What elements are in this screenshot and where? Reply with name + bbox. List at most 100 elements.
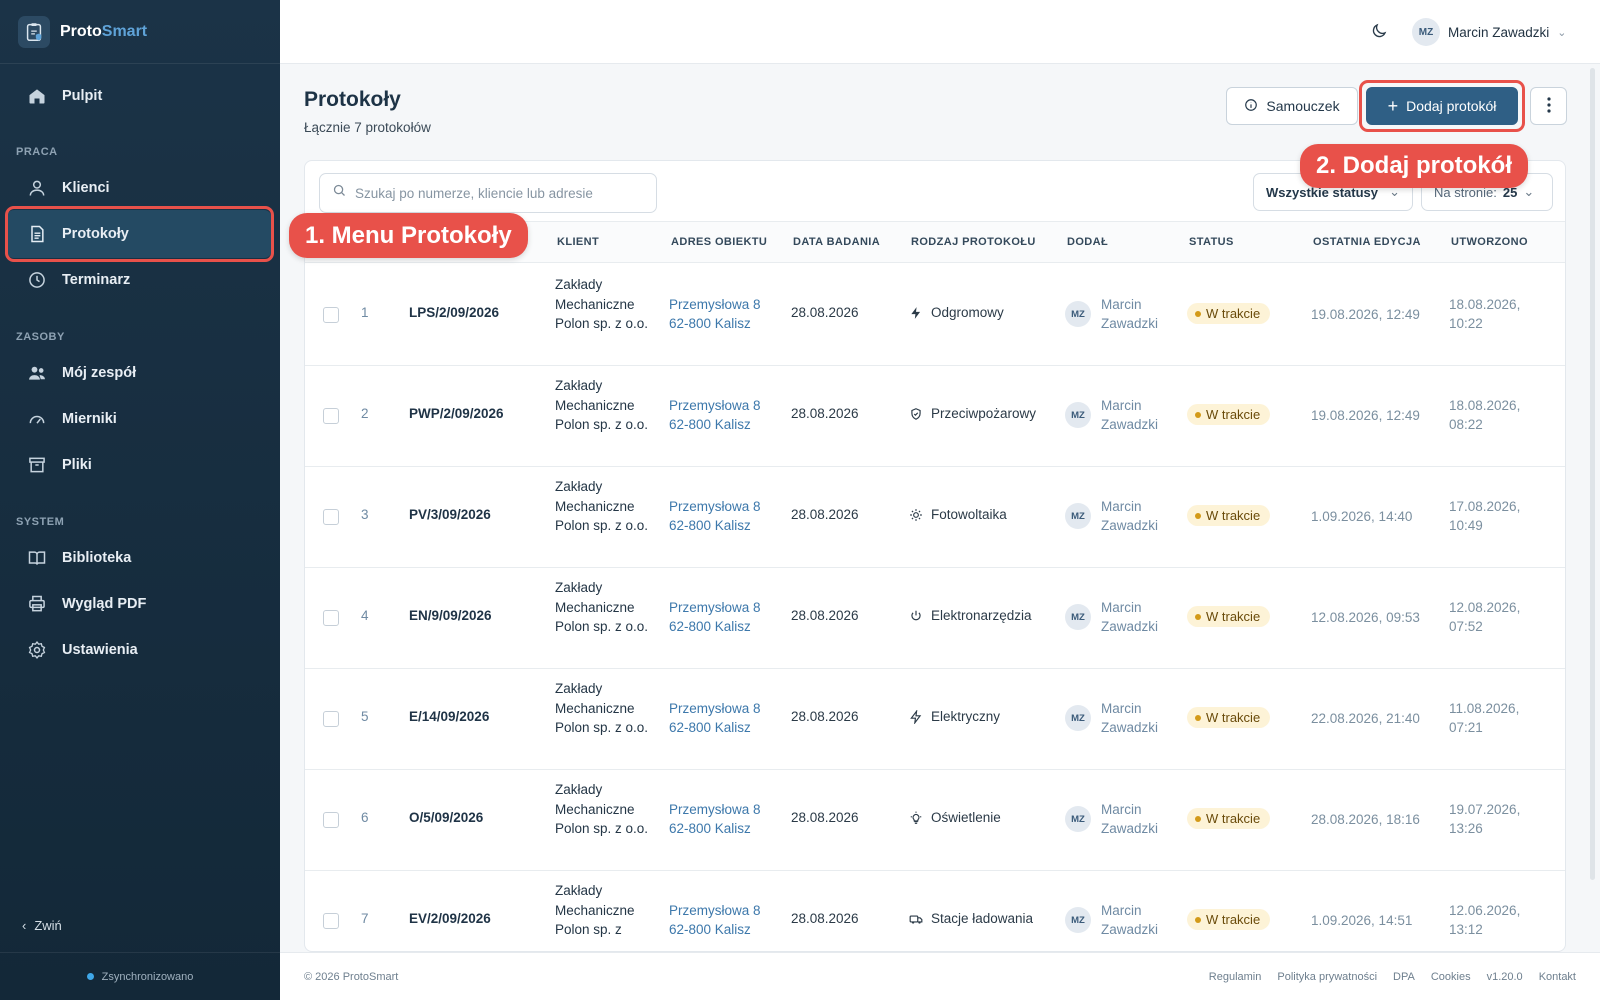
sidebar-item-mierniki[interactable]: Mierniki — [6, 395, 272, 443]
row-checkbox[interactable] — [323, 711, 339, 727]
row-checkbox[interactable] — [323, 408, 339, 424]
sidebar-item-label: Biblioteka — [62, 550, 132, 566]
row-index: 1 — [361, 305, 369, 320]
client-name: Zakłady Mechaniczne Polon sp. z — [555, 883, 635, 937]
column-header[interactable]: STATUS — [1189, 236, 1234, 248]
added-by-last: Zawadzki — [1101, 619, 1159, 634]
row-checkbox[interactable] — [323, 307, 339, 323]
more-vertical-icon — [1546, 96, 1551, 116]
sidebar-item-pliki[interactable]: Pliki — [6, 441, 272, 489]
column-header[interactable]: RODZAJ PROTOKOŁU — [911, 236, 1036, 248]
table-row[interactable]: 1 LPS/2/09/2026 Zakłady Mechaniczne Polon … — [305, 263, 1565, 366]
object-address[interactable]: Przemysłowa 8 62-800 Kalisz — [669, 295, 761, 333]
table-row[interactable]: 2 PWP/2/09/2026 Zakłady Mechaniczne Polon … — [305, 364, 1565, 467]
protocol-number[interactable]: PV/3/09/2026 — [409, 507, 491, 522]
address-line-2: 62-800 Kalisz — [669, 720, 751, 735]
row-checkbox[interactable] — [323, 610, 339, 626]
table-row[interactable]: 6 O/5/09/2026 Zakłady Mechaniczne Polon sp… — [305, 768, 1565, 871]
footer-version[interactable]: v1.20.0 — [1487, 971, 1523, 983]
object-address[interactable]: Przemysłowa 8 62-800 Kalisz — [669, 396, 761, 434]
section-praca: PRACA — [16, 146, 58, 158]
object-address[interactable]: Przemysłowa 8 62-800 Kalisz — [669, 598, 761, 636]
chevron-down-icon: ⌄ — [1523, 184, 1535, 199]
search-box[interactable] — [319, 173, 657, 213]
column-header[interactable]: KLIENT — [557, 236, 599, 248]
protocol-number[interactable]: LPS/2/09/2026 — [409, 305, 499, 320]
tutorial-button[interactable]: Samouczek — [1226, 87, 1358, 125]
table-row[interactable]: 5 E/14/09/2026 Zakłady Mechaniczne Polon s… — [305, 667, 1565, 770]
address-line-1: Przemysłowa 8 — [669, 297, 761, 312]
user-menu[interactable]: MZ Marcin Zawadzki ⌄ — [1412, 18, 1567, 46]
added-by: MZ Marcin Zawadzki — [1065, 598, 1158, 636]
inspection-date: 28.08.2026 — [791, 911, 859, 926]
footer-link-dpa[interactable]: DPA — [1393, 971, 1415, 983]
column-header[interactable]: OSTATNIA EDYCJA — [1313, 236, 1421, 248]
object-address[interactable]: Przemysłowa 8 62-800 Kalisz — [669, 699, 761, 737]
sidebar-item-klienci[interactable]: Klienci — [6, 164, 272, 212]
table-row[interactable]: 3 PV/3/09/2026 Zakłady Mechaniczne Polon s… — [305, 465, 1565, 568]
collapse-sidebar-button[interactable]: ‹ Zwiń — [22, 918, 62, 933]
last-edited: 28.08.2026, 18:16 — [1311, 812, 1420, 827]
callout-menu-protokoly: 1. Menu Protokoły — [289, 213, 528, 258]
created-at: 12.08.2026, 07:52 — [1449, 598, 1529, 636]
footer-link-contact[interactable]: Kontakt — [1539, 971, 1576, 983]
added-by-first: Marcin — [1101, 701, 1142, 716]
last-edited: 19.08.2026, 12:49 — [1311, 307, 1420, 322]
protocol-number[interactable]: O/5/09/2026 — [409, 810, 483, 825]
table-row[interactable]: 4 EN/9/09/2026 Zakłady Mechaniczne Polon s… — [305, 566, 1565, 669]
sidebar-item-wyglad-pdf[interactable]: Wygląd PDF — [6, 580, 272, 628]
sidebar-item-pulpit[interactable]: Pulpit — [6, 72, 272, 120]
avatar: MZ — [1065, 402, 1091, 428]
status-badge: W trakcie — [1187, 606, 1271, 627]
created-time: 07:52 — [1449, 619, 1483, 634]
protocol-type-label: Elektryczny — [931, 709, 1001, 724]
chevron-left-icon: ‹ — [22, 918, 27, 933]
created-time: 10:22 — [1449, 316, 1483, 331]
object-address[interactable]: Przemysłowa 8 62-800 Kalisz — [669, 800, 761, 838]
row-checkbox[interactable] — [323, 913, 339, 929]
power-icon — [909, 609, 923, 623]
archive-icon — [26, 454, 48, 476]
row-index: 4 — [361, 608, 369, 623]
column-header[interactable]: UTWORZONO — [1451, 236, 1528, 248]
footer-link-cookies[interactable]: Cookies — [1431, 971, 1471, 983]
protocol-number[interactable]: PWP/2/09/2026 — [409, 406, 504, 421]
created-date: 19.07.2026, — [1449, 802, 1521, 817]
moon-icon[interactable] — [1370, 22, 1388, 40]
sidebar-item-terminarz[interactable]: Terminarz — [6, 256, 272, 304]
footer-link-privacy[interactable]: Polityka prywatności — [1277, 971, 1377, 983]
row-checkbox[interactable] — [323, 812, 339, 828]
footer-link-regulamin[interactable]: Regulamin — [1209, 971, 1262, 983]
object-address[interactable]: Przemysłowa 8 62-800 Kalisz — [669, 497, 761, 535]
brand-name: ProtoSmart — [60, 22, 148, 40]
added-by: MZ Marcin Zawadzki — [1065, 396, 1158, 434]
protocol-type-label: Przeciwpożarowy — [931, 406, 1037, 421]
user-icon — [26, 177, 48, 199]
brand[interactable]: ProtoSmart — [0, 0, 280, 64]
protocol-number[interactable]: E/14/09/2026 — [409, 709, 489, 724]
client-name: Zakłady Mechaniczne Polon sp. z o.o. — [555, 782, 649, 836]
protocol-type-label: Fotowoltaika — [931, 507, 1007, 522]
protocol-number[interactable]: EV/2/09/2026 — [409, 911, 491, 926]
tutorial-label: Samouczek — [1266, 98, 1340, 114]
clock-icon — [26, 269, 48, 291]
column-header[interactable]: DATA BADANIA — [793, 236, 880, 248]
row-index: 7 — [361, 911, 369, 926]
row-checkbox[interactable] — [323, 509, 339, 525]
object-address[interactable]: Przemysłowa 8 62-800 Kalisz — [669, 901, 761, 939]
column-header[interactable]: DODAŁ — [1067, 236, 1108, 248]
sidebar-item-biblioteka[interactable]: Biblioteka — [6, 534, 272, 582]
more-options-button[interactable] — [1530, 87, 1567, 125]
column-header[interactable]: ADRES OBIEKTU — [671, 236, 767, 248]
protocol-number[interactable]: EN/9/09/2026 — [409, 608, 492, 623]
page-subtitle: Łącznie 7 protokołów — [304, 120, 431, 135]
sidebar-item-ustawienia[interactable]: Ustawienia — [6, 626, 272, 674]
protocol-type: Oświetlenie — [909, 810, 1001, 825]
scrollbar[interactable] — [1590, 68, 1595, 880]
status-dot-icon — [1195, 411, 1201, 418]
created-date: 12.08.2026, — [1449, 600, 1521, 615]
search-input[interactable] — [355, 185, 645, 201]
sidebar-item-moj-zespol[interactable]: Mój zespół — [6, 349, 272, 397]
table-row[interactable]: 7 EV/2/09/2026 Zakłady Mechaniczne Polon s… — [305, 869, 1565, 951]
status-label: W trakcie — [1206, 306, 1261, 321]
